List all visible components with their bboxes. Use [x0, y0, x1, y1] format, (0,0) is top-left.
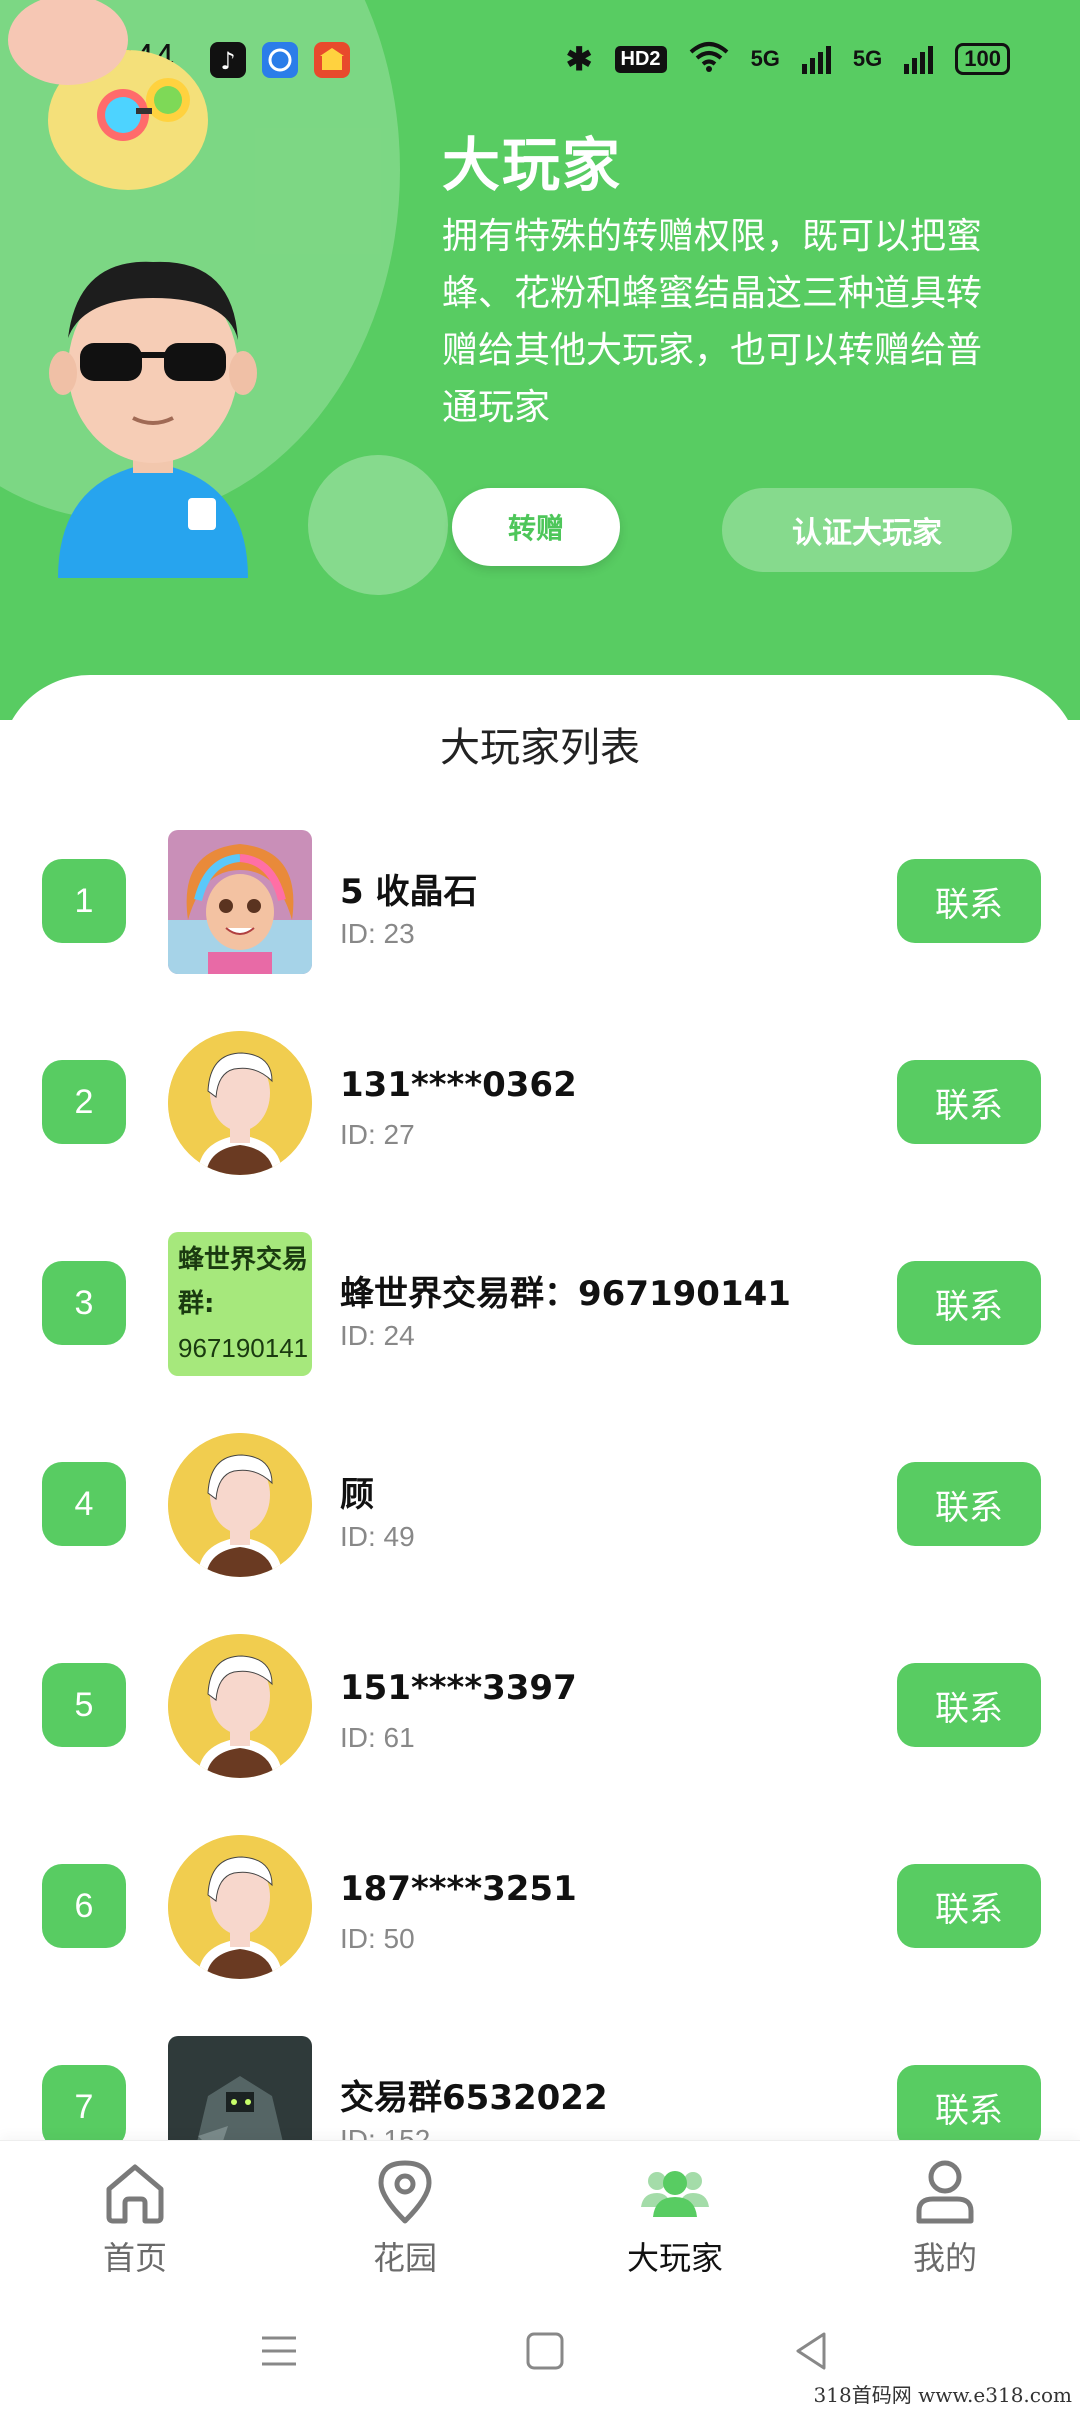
hero-banner: 10:44 ♪ ✱ HD2 5G 5G 100: [0, 0, 1080, 720]
nav-label: 大玩家: [626, 2239, 723, 2277]
avatar[interactable]: [168, 1835, 312, 1979]
home-square-icon[interactable]: [520, 2326, 570, 2376]
back-icon[interactable]: [786, 2326, 836, 2376]
player-name: 顾: [340, 1475, 374, 1515]
avatar-text-line: 967190141: [178, 1333, 309, 1363]
signal-icon: [801, 44, 831, 74]
list-item: 1 5 收晶石 ID: 23 联系: [0, 830, 1080, 980]
wifi-icon: [689, 40, 729, 78]
player-name: 151****3397: [340, 1668, 577, 1708]
rank-badge: 7: [42, 2065, 126, 2145]
hero-title: 大玩家: [442, 131, 623, 199]
avatar[interactable]: [168, 2036, 312, 2145]
contact-button[interactable]: 联系: [897, 859, 1041, 943]
home-icon: [106, 2164, 164, 2224]
avatar[interactable]: [168, 1433, 312, 1577]
verify-player-button[interactable]: 认证大玩家: [722, 488, 1012, 572]
list-title: 大玩家列表: [440, 725, 640, 771]
avatar-text-line: 蜂世界交易群:: [178, 1245, 309, 1319]
player-list-card: 大玩家列表 1 5 收晶石 ID: 23 联系 2 131****0362 ID…: [0, 675, 1080, 2145]
nav-item-garden[interactable]: 花园: [305, 2155, 505, 2279]
text-image-avatar: 蜂世界交易群: 967190141: [168, 1232, 312, 1376]
system-navigation-bar: 318首码网 www.e318.com: [0, 2290, 1080, 2412]
list-item: 4 顾 ID: 49 联系: [0, 1433, 1080, 1583]
avatar[interactable]: [168, 1634, 312, 1778]
list-item: 2 131****0362 ID: 27 联系: [0, 1031, 1080, 1181]
rank-badge: 2: [42, 1060, 126, 1144]
battery-indicator: 100: [955, 43, 1010, 75]
decorative-circle-small: [308, 455, 448, 595]
bluetooth-icon: ✱: [565, 41, 593, 77]
list-item: 3 蜂世界交易群: 967190141 蜂世界交易群：967190141 ID:…: [0, 1232, 1080, 1382]
default-face-avatar-icon: [168, 1634, 312, 1778]
nav-item-big-player[interactable]: 大玩家: [575, 2155, 775, 2279]
bottom-navigation: 首页 花园 大玩家 我的: [0, 2140, 1080, 2290]
dark-robot-avatar-icon: [168, 2036, 312, 2145]
watermark: 318首码网 www.e318.com: [813, 2383, 1072, 2407]
network-label-1: 5G: [750, 46, 780, 71]
status-indicators: ✱ HD2 5G 5G 100: [566, 40, 1010, 78]
avatar[interactable]: [168, 830, 312, 974]
default-face-avatar-icon: [168, 1835, 312, 1979]
contact-button[interactable]: 联系: [897, 1864, 1041, 1948]
user-icon: [916, 2160, 974, 2224]
player-id: ID: 50: [340, 1923, 415, 1954]
default-face-avatar-icon: [168, 1433, 312, 1577]
player-name: 187****3251: [340, 1869, 577, 1909]
rank-badge: 5: [42, 1663, 126, 1747]
player-id: ID: 27: [340, 1119, 415, 1150]
group-icon: [641, 2171, 709, 2217]
app-notification-icon: [262, 42, 298, 78]
player-name: 5 收晶石: [340, 872, 478, 912]
menu-icon[interactable]: [254, 2326, 304, 2376]
mascot-character-icon: [8, 0, 208, 190]
nav-label: 花园: [372, 2239, 437, 2277]
rank-badge: 6: [42, 1864, 126, 1948]
contact-button[interactable]: 联系: [897, 1462, 1041, 1546]
contact-button[interactable]: 联系: [897, 1060, 1041, 1144]
player-id: ID: 61: [340, 1722, 415, 1753]
player-id: ID: 23: [340, 918, 415, 949]
signal-icon: [904, 44, 934, 74]
nav-label: 我的: [912, 2239, 977, 2277]
default-face-avatar-icon: [168, 1031, 312, 1175]
player-name: 131****0362: [340, 1065, 577, 1105]
list-item: 5 151****3397 ID: 61 联系: [0, 1634, 1080, 1784]
rank-badge: 1: [42, 859, 126, 943]
app-notification-icon: [314, 42, 350, 78]
list-item: 7 交易群6532022 ID: 152 联系: [0, 2036, 1080, 2145]
network-label-2: 5G: [852, 46, 883, 71]
avatar[interactable]: 蜂世界交易群: 967190141: [168, 1232, 312, 1376]
contact-button[interactable]: 联系: [897, 1261, 1041, 1345]
cartoon-girl-avatar-icon: [168, 830, 312, 974]
cool-player-mascot-icon: [49, 261, 257, 578]
location-pin-icon: [378, 2160, 432, 2224]
gift-button[interactable]: 转赠: [452, 488, 620, 566]
rank-badge: 3: [42, 1261, 126, 1345]
hero-description: 拥有特殊的转赠权限，既可以把蜜蜂、花粉和蜂蜜结晶这三种道具转赠给其他大玩家，也可…: [442, 216, 983, 428]
player-id: ID: 49: [340, 1521, 415, 1552]
player-id: ID: 24: [340, 1320, 415, 1351]
hd-badge: HD2: [614, 45, 667, 73]
player-name: 交易群6532022: [340, 2078, 608, 2118]
contact-button[interactable]: 联系: [897, 1663, 1041, 1747]
nav-label: 首页: [102, 2239, 167, 2277]
rank-badge: 4: [42, 1462, 126, 1546]
avatar[interactable]: [168, 1031, 312, 1175]
nav-item-me[interactable]: 我的: [845, 2155, 1045, 2279]
contact-button[interactable]: 联系: [897, 2065, 1041, 2145]
svg-text:♪: ♪: [220, 47, 235, 75]
nav-item-home[interactable]: 首页: [35, 2155, 235, 2279]
player-name: 蜂世界交易群：967190141: [340, 1274, 791, 1314]
list-item: 6 187****3251 ID: 50 联系: [0, 1835, 1080, 1985]
